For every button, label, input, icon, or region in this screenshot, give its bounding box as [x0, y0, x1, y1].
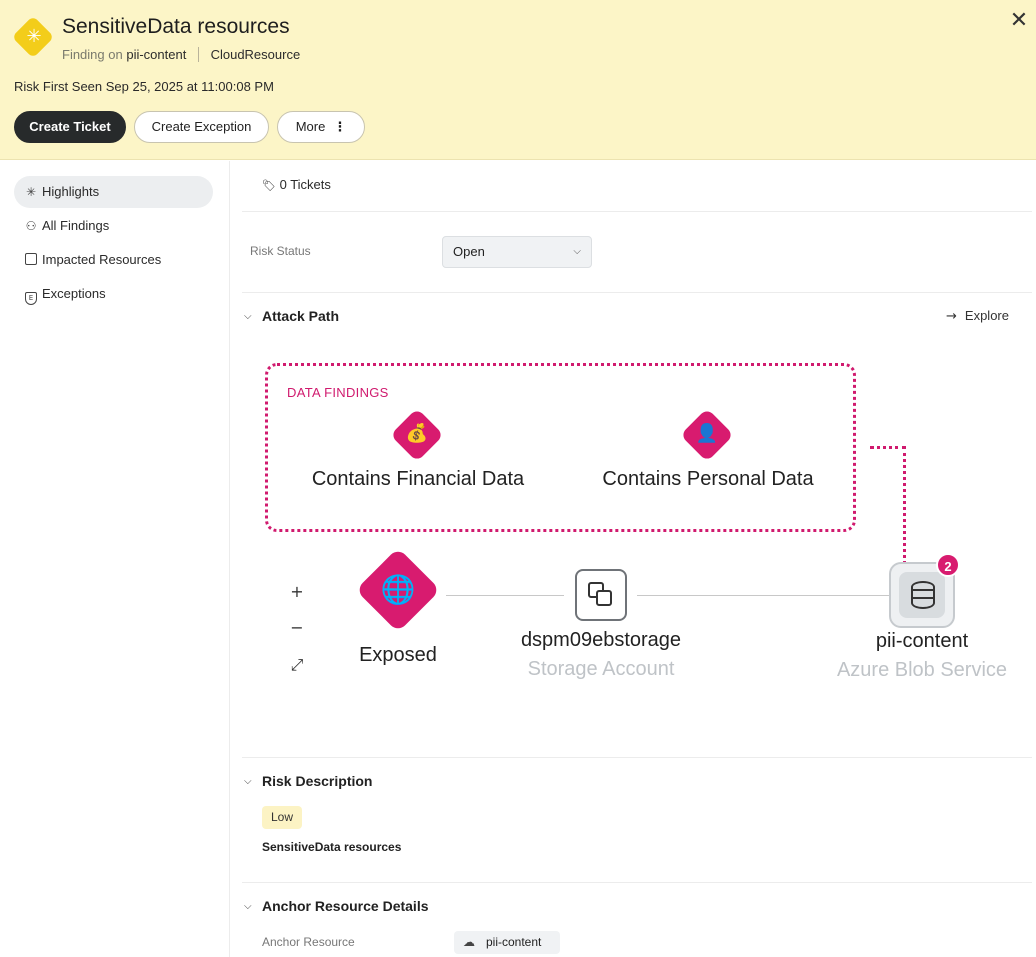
person-lock-icon: 👤: [695, 423, 719, 444]
anchor-resource-label: Anchor Resource: [262, 935, 355, 949]
attack-path-graph: DATA FINDINGS 💰 Contains Financial Data …: [242, 356, 1032, 756]
risk-status-value: Open: [453, 244, 485, 259]
risk-description-title[interactable]: Risk Description: [262, 773, 372, 789]
exception-shield-icon: E: [23, 278, 39, 310]
chevron-down-icon[interactable]: ⌵: [244, 901, 252, 912]
divider: [242, 292, 1032, 293]
sidebar-item-highlights[interactable]: ✳ Highlights: [14, 176, 213, 208]
finding-on-label: Finding on: [62, 47, 123, 62]
finding-on-value[interactable]: pii-content: [126, 47, 186, 62]
sidebar-item-label: Exceptions: [42, 286, 106, 301]
zoom-in-icon[interactable]: +: [288, 582, 306, 601]
finding-subtitle: Finding on pii-content CloudResource: [62, 47, 300, 62]
database-icon-band: [911, 589, 935, 591]
divider: [242, 757, 1032, 758]
arrow-right-icon: →: [946, 309, 957, 324]
zoom-out-icon[interactable]: −: [288, 618, 306, 637]
attack-path-title[interactable]: Attack Path: [262, 308, 339, 324]
explore-link[interactable]: → Explore: [946, 308, 1009, 324]
risk-description-text: SensitiveData resources: [262, 840, 402, 854]
database-icon-band: [911, 597, 935, 599]
edge-line: [637, 595, 889, 596]
close-icon[interactable]: ✕: [1008, 10, 1030, 32]
divider: [242, 211, 1032, 212]
money-bag-lock-icon: 💰: [405, 423, 429, 444]
explore-label: Explore: [964, 308, 1009, 323]
subtitle-divider: [197, 47, 199, 62]
ticket-icon: 🏷: [262, 179, 276, 192]
sidebar-item-exceptions[interactable]: E Exceptions: [14, 278, 213, 310]
blob-findings-badge: 2: [936, 553, 960, 577]
sidebar-item-impacted-resources[interactable]: Impacted Resources: [14, 244, 213, 276]
sidebar-item-label: All Findings: [42, 218, 110, 233]
node-blob-type: Azure Blob Service: [836, 659, 1008, 681]
finding-label-personal: Contains Personal Data: [602, 468, 814, 490]
chevron-down-icon[interactable]: ⌵: [244, 311, 252, 322]
globe-icon: 🌐: [380, 573, 416, 606]
more-label: More: [295, 119, 326, 134]
page-title: SensitiveData resources: [62, 15, 290, 38]
storage-account-icon-overlay: [596, 590, 612, 606]
sidebar-item-label: Highlights: [42, 184, 100, 199]
anchor-resource-value: pii-content: [486, 935, 542, 949]
kebab-icon: ⋮: [333, 119, 347, 134]
node-exposed-name: Exposed: [359, 644, 437, 666]
risk-first-seen: Risk First Seen Sep 25, 2025 at 11:00:08…: [14, 79, 274, 94]
risk-status-label: Risk Status: [250, 244, 311, 258]
divider: [242, 882, 1032, 883]
node-storage-account[interactable]: [575, 569, 627, 621]
cloud-icon: ☁: [463, 935, 475, 949]
data-findings-label: DATA FINDINGS: [287, 385, 389, 400]
binoculars-icon: ⚇: [25, 219, 37, 233]
anchor-resource-chip[interactable]: ☁ pii-content: [454, 931, 560, 954]
create-exception-button[interactable]: Create Exception: [134, 111, 269, 143]
sparkle-icon: ✳: [26, 26, 42, 47]
node-blob-name: pii-content: [875, 630, 969, 652]
node-storage-type: Storage Account: [527, 658, 675, 680]
anchor-resource-title[interactable]: Anchor Resource Details: [262, 898, 429, 914]
tickets-count[interactable]: 🏷 0 Tickets: [262, 177, 331, 192]
finding-header: ✳ SensitiveData resources Finding on pii…: [0, 0, 1036, 160]
resources-icon: [23, 244, 39, 276]
sparkle-icon: ✳: [25, 185, 37, 199]
sidebar: ✳ Highlights ⚇ All Findings Impacted Res…: [0, 161, 230, 957]
database-icon: [911, 581, 935, 609]
severity-badge: Low: [262, 806, 302, 829]
risk-status-select[interactable]: Open ⌵: [442, 236, 592, 268]
more-button[interactable]: More ⋮: [277, 111, 365, 143]
finding-label-financial: Contains Financial Data: [311, 468, 525, 490]
sidebar-item-all-findings[interactable]: ⚇ All Findings: [14, 210, 213, 242]
findings-connector: [870, 446, 906, 449]
create-ticket-button[interactable]: Create Ticket: [14, 111, 126, 143]
chevron-down-icon[interactable]: ⌵: [244, 776, 252, 787]
node-storage-name: dspm09ebstorage: [520, 629, 682, 651]
sidebar-item-label: Impacted Resources: [42, 252, 162, 267]
chevron-down-icon: ⌵: [573, 246, 581, 257]
edge-line: [446, 595, 564, 596]
resource-type: CloudResource: [210, 47, 301, 62]
tickets-label: 0 Tickets: [279, 177, 331, 192]
fit-view-icon[interactable]: ⤢: [288, 655, 306, 675]
main-panel: 🏷 0 Tickets Risk Status Open ⌵ ⌵ Attack …: [242, 161, 1032, 957]
